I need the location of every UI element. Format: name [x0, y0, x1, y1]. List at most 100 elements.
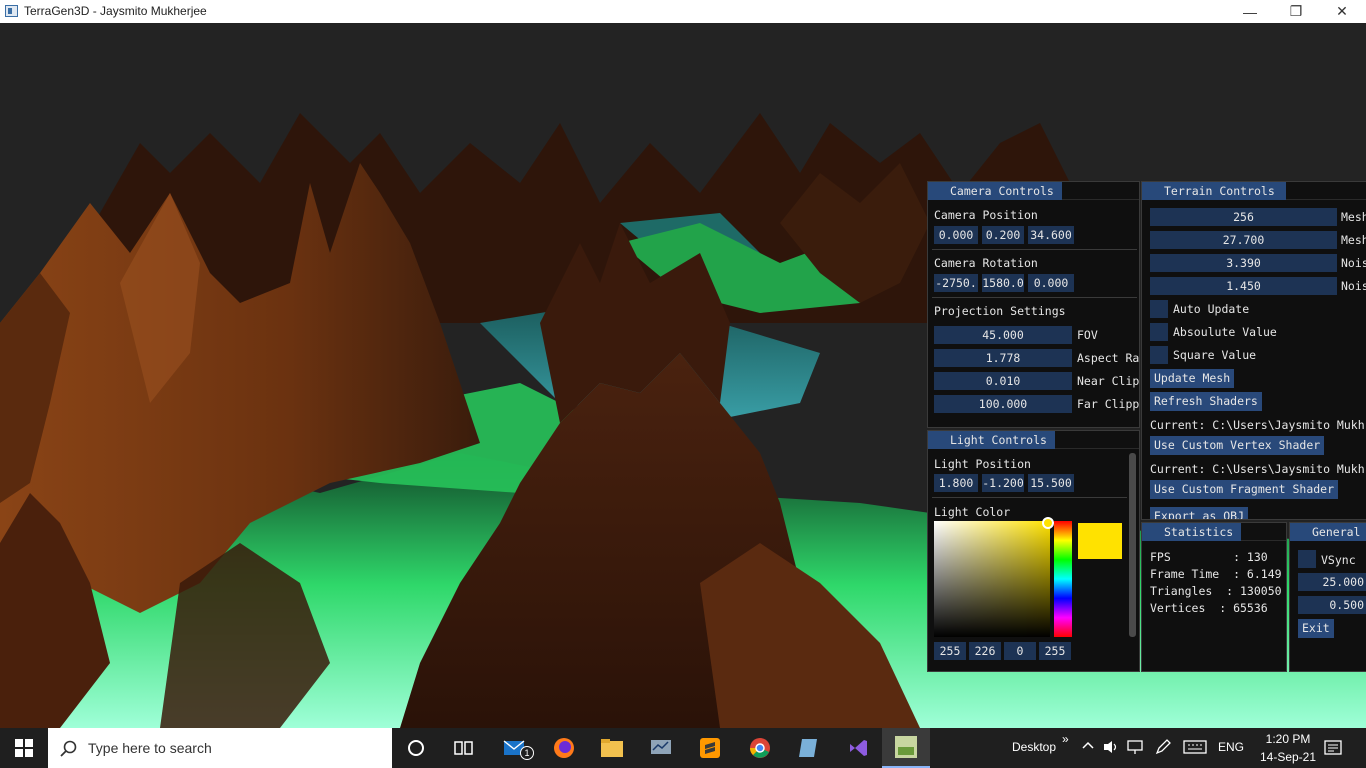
- camera-rotation-label: Camera Rotation: [934, 256, 1038, 270]
- language-indicator[interactable]: ENG: [1218, 740, 1244, 754]
- restore-button[interactable]: ❐: [1273, 0, 1319, 23]
- general-header[interactable]: General: [1290, 523, 1366, 541]
- camera-controls-title: Camera Controls: [928, 182, 1062, 200]
- notifications-icon[interactable]: [1324, 739, 1342, 760]
- exit-button[interactable]: Exit: [1298, 619, 1334, 638]
- minimize-button[interactable]: —: [1227, 0, 1273, 23]
- camera-position-label: Camera Position: [934, 208, 1038, 222]
- visual-studio-icon[interactable]: [834, 728, 882, 768]
- noise-scale-field[interactable]: 1.450: [1150, 277, 1337, 295]
- update-mesh-button[interactable]: Update Mesh: [1150, 369, 1235, 388]
- vertices-stat: Vertices : 65536: [1150, 601, 1268, 615]
- current-fragment-shader-path: Current: C:\Users\Jaysmito Mukh: [1150, 462, 1365, 476]
- noise-strength-label: Nois: [1341, 256, 1366, 270]
- sublime-text-icon[interactable]: [686, 728, 734, 768]
- camera-controls-header[interactable]: Camera Controls: [928, 182, 1139, 200]
- app-icon: [5, 5, 18, 17]
- clock-time[interactable]: 1:20 PM: [1260, 732, 1316, 746]
- notepad-icon[interactable]: [784, 728, 832, 768]
- taskbar-search[interactable]: Type here to search: [48, 728, 392, 768]
- square-value-checkbox[interactable]: [1150, 346, 1168, 364]
- mail-icon[interactable]: 1: [492, 728, 540, 768]
- hue-slider[interactable]: [1054, 521, 1072, 637]
- use-custom-fragment-shader-button[interactable]: Use Custom Fragment Shader: [1150, 480, 1339, 499]
- show-hidden-icons-icon[interactable]: [1082, 739, 1094, 753]
- terrain-controls-window: Terrain Controls 256 Mesh 27.700 Mesh 3.…: [1141, 181, 1366, 520]
- use-custom-vertex-shader-button[interactable]: Use Custom Vertex Shader: [1150, 436, 1325, 455]
- keyboard-icon[interactable]: [1183, 739, 1207, 758]
- fov-label: FOV: [1077, 328, 1098, 342]
- toolbar-chevron-icon[interactable]: »: [1062, 732, 1069, 746]
- firefox-icon[interactable]: [540, 728, 588, 768]
- noise-scale-label: Nois: [1341, 279, 1366, 293]
- pen-icon[interactable]: [1154, 739, 1172, 758]
- near-clip-field[interactable]: 0.010: [934, 372, 1072, 390]
- frame-time-stat: Frame Time : 6.149: [1150, 567, 1282, 581]
- monitor-app-icon[interactable]: [637, 728, 685, 768]
- aspect-ratio-field[interactable]: 1.778: [934, 349, 1072, 367]
- vsync-label: VSync: [1321, 553, 1356, 567]
- separator: [932, 297, 1137, 298]
- camera-rotation-z[interactable]: 0.000: [1028, 274, 1074, 292]
- scrollbar[interactable]: [1129, 453, 1136, 637]
- fov-field[interactable]: 45.000: [934, 326, 1072, 344]
- light-position-x[interactable]: 1.800: [934, 474, 978, 492]
- camera-rotation-x[interactable]: -2750.: [934, 274, 978, 292]
- light-controls-header[interactable]: Light Controls: [928, 431, 1139, 449]
- refresh-shaders-button[interactable]: Refresh Shaders: [1150, 392, 1262, 411]
- file-explorer-icon[interactable]: [588, 728, 636, 768]
- network-icon[interactable]: [1127, 739, 1145, 758]
- search-placeholder: Type here to search: [88, 740, 212, 756]
- mesh-scale-field[interactable]: 27.700: [1150, 231, 1337, 249]
- absolute-value-checkbox[interactable]: [1150, 323, 1168, 341]
- general-value-2-field[interactable]: 0.500: [1298, 596, 1366, 614]
- mesh-scale-label: Mesh: [1341, 233, 1366, 247]
- vsync-checkbox[interactable]: [1298, 550, 1316, 568]
- clock-date[interactable]: 14-Sep-21: [1254, 750, 1322, 764]
- search-icon: [60, 740, 77, 757]
- close-button[interactable]: ✕: [1319, 0, 1365, 23]
- windows-logo-icon: [15, 739, 33, 757]
- far-clip-field[interactable]: 100.000: [934, 395, 1072, 413]
- statistics-window: Statistics FPS : 130 Frame Time : 6.149 …: [1141, 522, 1287, 672]
- terragen-taskbar-icon[interactable]: [882, 728, 930, 768]
- light-position-y[interactable]: -1.200: [982, 474, 1024, 492]
- light-position-label: Light Position: [934, 457, 1031, 471]
- desktop-toolbar[interactable]: Desktop: [1012, 740, 1056, 754]
- window-title: TerraGen3D - Jaysmito Mukherjee: [24, 4, 207, 18]
- color-g-field[interactable]: 226: [969, 642, 1001, 660]
- light-position-z[interactable]: 15.500: [1028, 474, 1074, 492]
- camera-position-x[interactable]: 0.000: [934, 226, 978, 244]
- task-view-icon[interactable]: [440, 728, 488, 768]
- camera-position-z[interactable]: 34.600: [1028, 226, 1074, 244]
- far-clip-label: Far Clipp: [1077, 397, 1140, 411]
- cortana-icon[interactable]: [392, 728, 440, 768]
- camera-controls-window: Camera Controls Camera Position 0.000 0.…: [927, 181, 1140, 428]
- separator: [932, 497, 1127, 498]
- camera-rotation-y[interactable]: 1580.0: [982, 274, 1024, 292]
- color-picker-handle[interactable]: [1042, 517, 1054, 529]
- color-a-field[interactable]: 255: [1039, 642, 1071, 660]
- camera-position-y[interactable]: 0.200: [982, 226, 1024, 244]
- light-controls-window: Light Controls Light Position 1.800 -1.2…: [927, 430, 1140, 672]
- mesh-resolution-field[interactable]: 256: [1150, 208, 1337, 226]
- general-value-1-field[interactable]: 25.000: [1298, 573, 1366, 591]
- near-clip-label: Near Clip: [1077, 374, 1140, 388]
- volume-icon[interactable]: [1102, 739, 1120, 758]
- auto-update-checkbox[interactable]: [1150, 300, 1168, 318]
- terrain-controls-header[interactable]: Terrain Controls: [1142, 182, 1366, 200]
- square-value-label: Square Value: [1173, 348, 1257, 362]
- color-b-field[interactable]: 0: [1004, 642, 1036, 660]
- light-controls-title: Light Controls: [928, 431, 1055, 449]
- noise-strength-field[interactable]: 3.390: [1150, 254, 1337, 272]
- color-saturation-picker[interactable]: [934, 521, 1050, 637]
- statistics-header[interactable]: Statistics: [1142, 523, 1286, 541]
- color-r-field[interactable]: 255: [934, 642, 966, 660]
- title-bar[interactable]: TerraGen3D - Jaysmito Mukherjee — ❐ ✕: [0, 0, 1366, 23]
- triangles-stat: Triangles : 130050: [1150, 584, 1282, 598]
- chrome-icon[interactable]: [736, 728, 784, 768]
- fps-stat: FPS : 130: [1150, 550, 1268, 564]
- taskbar: Type here to search 1 Desktop » ENG 1:20…: [0, 728, 1366, 768]
- start-button[interactable]: [0, 728, 48, 768]
- export-obj-button[interactable]: Export as OBJ: [1150, 507, 1249, 519]
